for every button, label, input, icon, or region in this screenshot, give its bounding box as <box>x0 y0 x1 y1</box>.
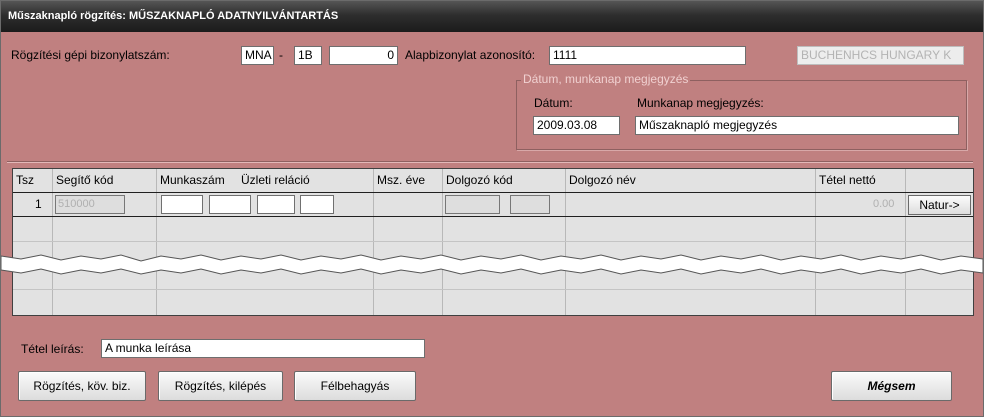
company-field: BUCHENHCS HUNGARY K <box>797 46 964 65</box>
grid-row-line <box>13 241 973 242</box>
col-header-business-relation: Üzleti reláció <box>241 173 310 187</box>
main-window: Műszaknapló rögzítés: MŰSZAKNAPLÓ ADATNY… <box>0 0 984 417</box>
doc-number-field[interactable]: 0 <box>329 46 398 65</box>
col-header-work-number: Munkaszám <box>160 173 225 187</box>
col-header-employee-code: Dolgozó kód <box>446 173 513 187</box>
base-doc-label: Alapbizonylat azonosító: <box>405 48 536 62</box>
table-row-selected[interactable]: 1 510000 0.00 Natur-> <box>13 192 973 217</box>
date-label: Dátum: <box>534 96 573 110</box>
row-relation-field[interactable] <box>257 195 295 214</box>
doc-number-label: Rögzítési gépi bizonylatszám: <box>11 48 170 62</box>
base-doc-field[interactable]: 1111 <box>549 46 746 65</box>
description-field[interactable]: A munka leírása <box>101 339 425 358</box>
row-work-number-field[interactable] <box>161 195 203 214</box>
separator <box>7 161 973 163</box>
item-grid[interactable]: Tsz Segítő kód Munkaszám Üzleti reláció … <box>12 168 974 316</box>
grid-row-line <box>13 289 973 290</box>
col-header-net: Tétel nettó <box>819 173 876 187</box>
row-employee-code-field[interactable] <box>445 195 500 214</box>
save-next-button[interactable]: Rögzítés, köv. biz. <box>18 371 146 401</box>
doc-prefix-field[interactable]: MNA <box>241 46 274 65</box>
row-relation-field-2[interactable] <box>300 195 334 214</box>
note-label: Munkanap megjegyzés: <box>637 96 764 110</box>
row-net-value: 0.00 <box>873 198 895 210</box>
doc-dash-label: - <box>279 48 283 62</box>
cancel-button[interactable]: Mégsem <box>831 371 952 401</box>
note-field[interactable]: Műszaknapló megjegyzés <box>635 116 959 135</box>
col-header-tsz: Tsz <box>16 173 34 187</box>
date-note-group-title: Dátum, munkanap megjegyzés <box>521 72 691 86</box>
natur-button[interactable]: Natur-> <box>908 195 971 215</box>
date-field[interactable]: 2009.03.08 <box>533 116 620 135</box>
save-exit-button[interactable]: Rögzítés, kilépés <box>158 371 283 401</box>
col-header-year: Msz. éve <box>377 173 426 187</box>
col-header-employee-name: Dolgozó név <box>569 173 636 187</box>
row-code-field[interactable]: 510000 <box>55 195 125 214</box>
row-employee-code-field-2[interactable] <box>510 195 550 214</box>
suspend-button[interactable]: Félbehagyás <box>294 371 416 401</box>
torn-edge-decoration <box>1 254 983 275</box>
row-work-number-field-2[interactable] <box>209 195 251 214</box>
doc-series-field[interactable]: 1B <box>294 46 322 65</box>
description-label: Tétel leírás: <box>21 342 84 356</box>
window-title: Műszaknapló rögzítés: MŰSZAKNAPLÓ ADATNY… <box>1 1 983 32</box>
col-header-code: Segítő kód <box>56 173 114 187</box>
row-tsz: 1 <box>35 197 42 211</box>
date-note-group <box>516 80 967 150</box>
